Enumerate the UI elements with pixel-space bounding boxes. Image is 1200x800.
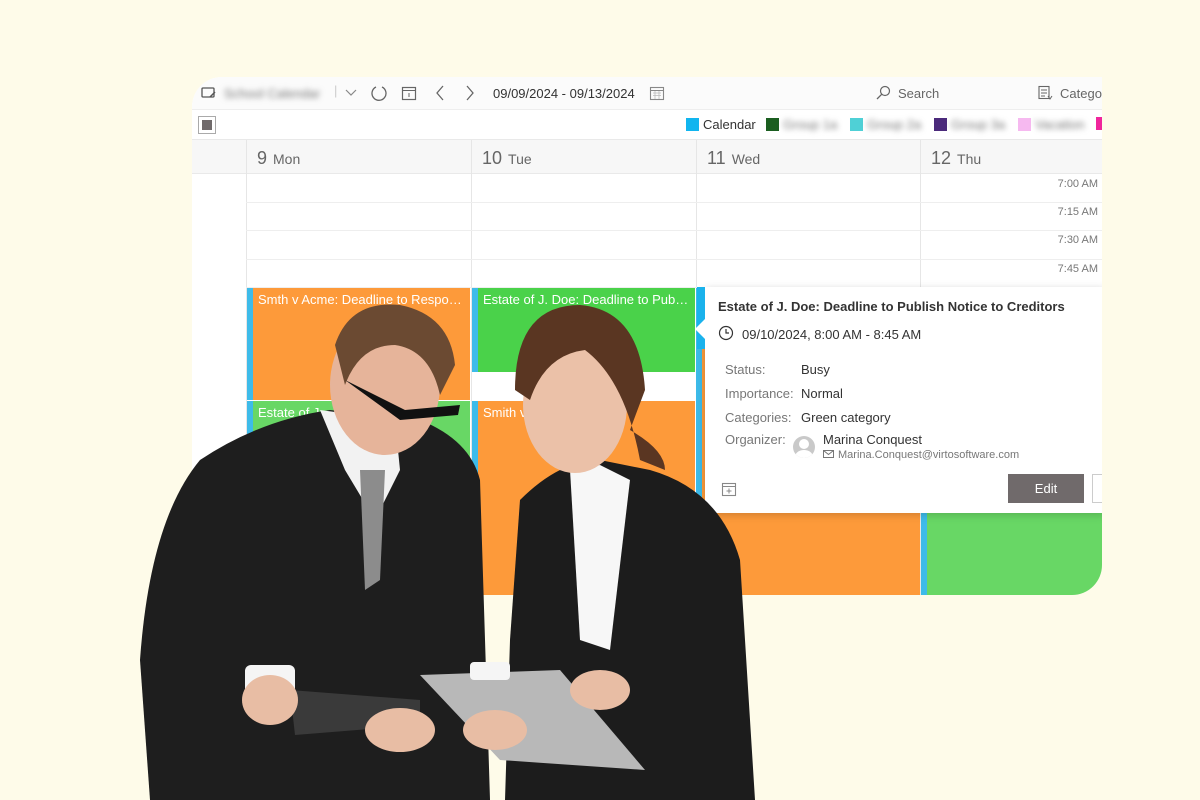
refresh-icon (370, 84, 388, 102)
legend-item-group-3a[interactable]: Group 3a (934, 117, 1005, 132)
toolbar: School Calendar | 09/09/2024 - 09/13/202… (192, 77, 1102, 109)
search-icon (874, 84, 892, 102)
grid-line (246, 202, 1102, 203)
secondary-button[interactable] (1092, 474, 1102, 503)
edit-icon (200, 84, 218, 102)
day-name: Thu (957, 151, 982, 167)
legend-swatch (934, 118, 947, 131)
previous-week-button[interactable] (431, 84, 449, 102)
avatar (793, 436, 815, 458)
day-header-wed[interactable]: 11 Wed (696, 140, 920, 175)
time-label: 7:45 AM (1057, 263, 1098, 275)
day-number: 11 (707, 148, 726, 168)
clock-icon (718, 325, 734, 344)
categories-label: Catego (1060, 85, 1102, 101)
day-number: 12 (931, 148, 952, 168)
refresh-button[interactable] (370, 84, 388, 102)
next-week-button[interactable] (461, 84, 479, 102)
legend-item-other[interactable] (1096, 117, 1102, 130)
legend-item-group-1a[interactable]: Group 1a (766, 117, 837, 132)
event-smith-v-expert[interactable]: Smith v. ... Expe... (472, 401, 695, 595)
today-icon (400, 84, 418, 102)
day-number: 9 (257, 148, 268, 168)
datetime-text: 09/10/2024, 8:00 AM - 8:45 AM (742, 327, 922, 342)
legend-bar: Calendar Group 1a Group 2a Group 3a Vaca… (192, 109, 1102, 139)
status-value: Busy (801, 362, 830, 377)
chevron-left-icon (431, 84, 449, 102)
mail-icon (823, 449, 834, 461)
legend-label: Group 1a (783, 117, 838, 132)
search-label: Search (898, 85, 940, 101)
legend-label: Calendar (703, 117, 756, 132)
calendar-window: School Calendar | 09/09/2024 - 09/13/202… (192, 77, 1102, 595)
event-estate-j-doe[interactable]: Estate of J. Doe: Deadline to Publi... (472, 288, 695, 372)
day-header-thu[interactable]: 12 Thu (920, 140, 1102, 175)
importance-row: Importance: Normal (725, 386, 843, 401)
organizer-row: Organizer: (725, 432, 801, 447)
search-button[interactable]: Search (874, 84, 939, 102)
day-name: Mon (273, 151, 301, 167)
popup-title: Estate of J. Doe: Deadline to Publish No… (718, 299, 1065, 314)
add-to-calendar-icon[interactable] (721, 481, 737, 500)
calendar-dropdown-button[interactable] (342, 84, 360, 102)
popup-category-bar (697, 287, 705, 349)
categories-value: Green category (801, 410, 891, 425)
importance-value: Normal (801, 386, 843, 401)
day-number: 10 (482, 148, 503, 168)
organizer-email-text: Marina.Conquest@virtosoftware.com (838, 449, 1020, 461)
edit-button[interactable]: Edit (1008, 474, 1084, 503)
toolbar-divider: | (334, 83, 338, 98)
grid-line (246, 230, 1102, 231)
legend-swatch (686, 118, 699, 131)
edit-calendar-button[interactable]: School Calendar (200, 84, 320, 102)
date-range[interactable]: 09/09/2024 - 09/13/2024 (493, 86, 635, 101)
categories-icon (1036, 84, 1054, 102)
legend-label: Group 3a (951, 117, 1006, 132)
popup-datetime: 09/10/2024, 8:00 AM - 8:45 AM (718, 325, 921, 344)
legend-item-calendar[interactable]: Calendar (686, 117, 756, 132)
categories-row: Categories: Green category (725, 410, 891, 425)
organizer-label: Organizer: (725, 432, 786, 447)
select-all-toggle[interactable] (198, 116, 216, 134)
legend-swatch (1018, 118, 1031, 131)
event-estate-j-doe-2[interactable]: Estate of J... (247, 401, 470, 485)
calendar-icon (648, 84, 666, 102)
stop-icon (202, 120, 212, 130)
organizer-email[interactable]: Marina.Conquest@virtosoftware.com (823, 449, 1019, 461)
today-button[interactable] (400, 84, 418, 102)
legend-item-vacation[interactable]: Vacation (1018, 117, 1085, 132)
time-label: 7:00 AM (1057, 178, 1098, 190)
categories-button[interactable]: Catego (1036, 84, 1102, 102)
chevron-right-icon (461, 84, 479, 102)
time-label: 7:15 AM (1057, 206, 1098, 218)
event-smith-v-acme[interactable]: Smth v Acme: Deadline to Respon... (247, 288, 470, 400)
day-header-row: 9 Mon 10 Tue 11 Wed 12 Thu (192, 139, 1102, 175)
grid-line (246, 259, 1102, 260)
status-label: Status: (725, 362, 766, 377)
legend-label: Group 2a (867, 117, 922, 132)
calendar-name: School Calendar (224, 85, 321, 101)
event-details-popup: Estate of J. Doe: Deadline to Publish No… (695, 287, 1102, 513)
legend-label: Vacation (1035, 117, 1085, 132)
time-label: 7:30 AM (1057, 234, 1098, 246)
popup-pointer (695, 319, 705, 339)
date-picker-button[interactable] (648, 84, 666, 102)
day-name: Tue (508, 151, 532, 167)
legend-swatch (766, 118, 779, 131)
categories-label: Categories: (725, 410, 792, 425)
importance-label: Importance: (725, 386, 794, 401)
legend-swatch (850, 118, 863, 131)
day-header-mon[interactable]: 9 Mon (246, 140, 471, 175)
day-name: Wed (731, 151, 761, 167)
chevron-down-icon (342, 84, 360, 102)
day-header-tue[interactable]: 10 Tue (471, 140, 696, 175)
organizer-info: Marina Conquest Marina.Conquest@virtosof… (793, 432, 1019, 461)
legend-swatch (1096, 117, 1102, 130)
status-row: Status: Busy (725, 362, 830, 377)
organizer-name: Marina Conquest (823, 432, 922, 447)
legend-item-group-2a[interactable]: Group 2a (850, 117, 921, 132)
